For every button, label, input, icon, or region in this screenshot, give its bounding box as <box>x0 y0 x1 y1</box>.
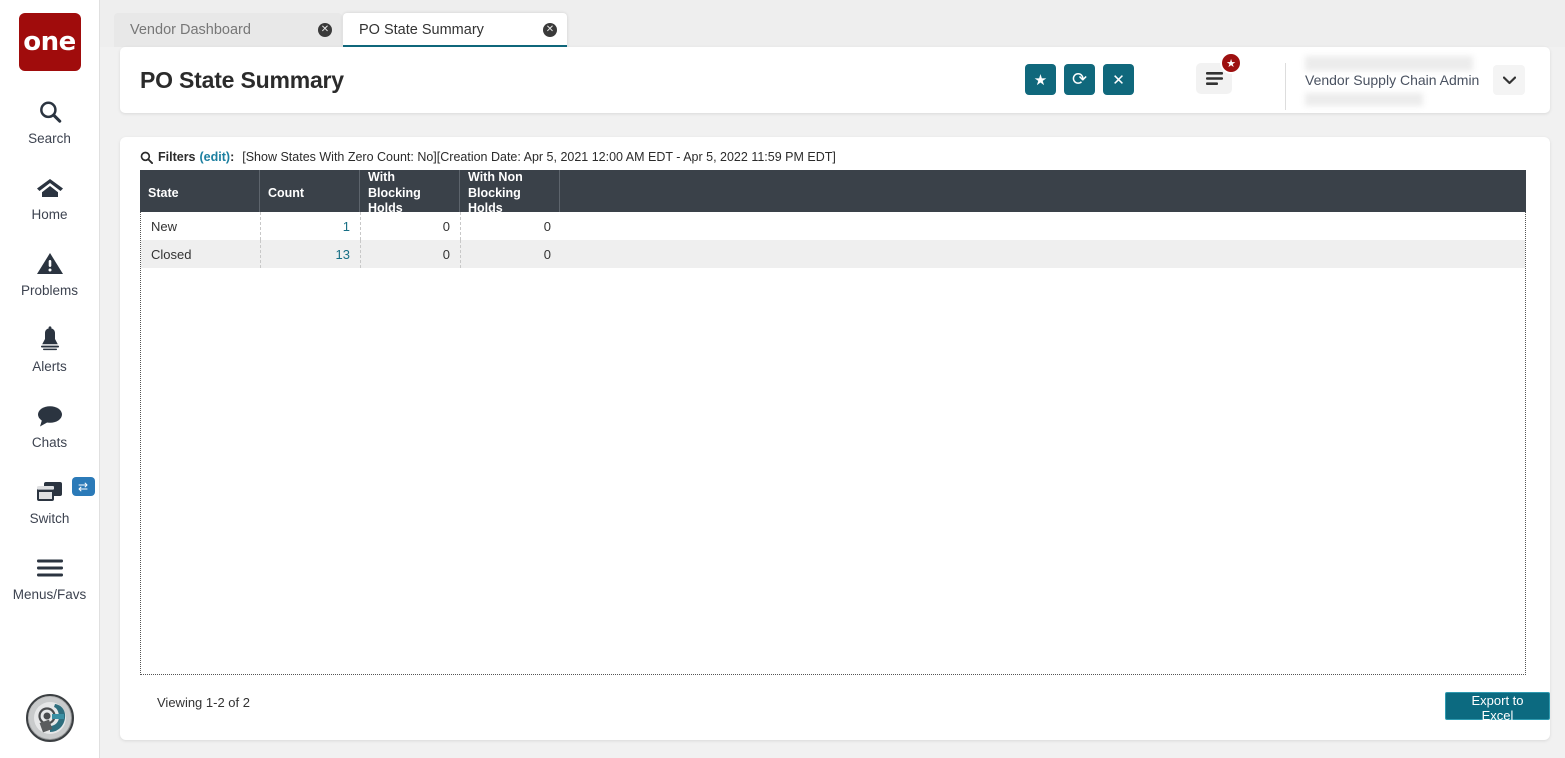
user-role-label: Vendor Supply Chain Admin <box>1305 72 1480 88</box>
hamburger-icon <box>1205 72 1223 85</box>
export-to-excel-button[interactable]: Export to Excel <box>1445 692 1550 723</box>
table-header-row: State Count With Blocking Holds With Non… <box>140 170 1526 215</box>
filters-criteria-text: [Show States With Zero Count: No][Creati… <box>242 150 836 164</box>
chat-bubble-icon <box>36 401 64 431</box>
switch-badge-glyph: ⇄ <box>77 479 89 494</box>
cell-state: Closed <box>141 240 261 268</box>
content-panel: Filters (edit) : [Show States With Zero … <box>120 137 1550 740</box>
column-header-count[interactable]: Count <box>260 170 360 212</box>
cell-state: New <box>141 212 261 240</box>
column-header-label: State <box>148 185 179 200</box>
cell-count[interactable]: 13 <box>261 240 361 268</box>
header-divider <box>1285 63 1286 110</box>
cell-count[interactable]: 1 <box>261 212 361 240</box>
user-avatar[interactable] <box>26 694 74 742</box>
home-icon <box>36 173 64 203</box>
cell-with-non-blocking-holds: 0 <box>543 246 551 262</box>
tab-bar: Vendor Dashboard ✕ PO State Summary ✕ <box>100 0 1565 47</box>
page-header: PO State Summary ★ ⟳ ✕ ★ Vendor Supply C… <box>120 47 1550 113</box>
search-icon <box>140 151 153 164</box>
filters-label: Filters <box>158 150 196 164</box>
refresh-button[interactable]: ⟳ <box>1064 64 1095 95</box>
tab-label: PO State Summary <box>359 22 484 38</box>
column-header-with-non-blocking-holds[interactable]: With Non Blocking Holds <box>460 170 560 215</box>
sidebar-item-search[interactable]: Search <box>0 83 100 159</box>
cell-with-blocking-holds: 0 <box>361 212 461 240</box>
filters-edit-link[interactable]: (edit) <box>200 150 231 164</box>
user-menu[interactable]: Vendor Supply Chain Admin <box>1295 53 1545 107</box>
table-body: New 1 0 0 Closed 13 0 0 <box>140 212 1526 675</box>
warning-triangle-icon <box>36 249 64 279</box>
menu-notification-badge[interactable]: ★ <box>1220 52 1242 74</box>
table-row[interactable]: Closed 13 0 0 <box>141 240 1525 268</box>
column-header-label: Count <box>268 185 305 200</box>
sidebar-item-home[interactable]: Home <box>0 159 100 235</box>
tab-close-icon[interactable]: ✕ <box>318 23 332 37</box>
filters-bar: Filters (edit) : [Show States With Zero … <box>140 150 836 164</box>
tab-vendor-dashboard[interactable]: Vendor Dashboard ✕ <box>114 13 342 47</box>
sidebar-item-label: Alerts <box>32 358 67 374</box>
bell-icon <box>37 325 63 355</box>
header-action-buttons: ★ ⟳ ✕ <box>1025 64 1134 95</box>
redacted-user-org <box>1305 93 1423 106</box>
page-title: PO State Summary <box>140 66 344 93</box>
sidebar-item-menus-favs[interactable]: Menus/Favs <box>0 539 100 615</box>
column-header-state[interactable]: State <box>140 170 260 212</box>
po-state-summary-table: State Count With Blocking Holds With Non… <box>140 170 1526 675</box>
ai-head-icon <box>29 697 71 739</box>
tab-label: Vendor Dashboard <box>130 22 251 38</box>
column-header-filler <box>560 170 1526 212</box>
hamburger-icon <box>35 553 65 583</box>
chevron-down-icon[interactable] <box>1493 65 1525 95</box>
close-icon: ✕ <box>1112 71 1125 89</box>
sidebar-item-label: Menus/Favs <box>12 586 87 602</box>
cell-with-non-blocking-holds: 0 <box>543 218 551 234</box>
refresh-icon: ⟳ <box>1071 69 1088 89</box>
sidebar-item-alerts[interactable]: Alerts <box>0 311 100 387</box>
tab-close-icon[interactable]: ✕ <box>543 23 557 37</box>
cell-with-blocking-holds: 0 <box>361 240 461 268</box>
sidebar-item-problems[interactable]: Problems <box>0 235 100 311</box>
brand-logo-text: one <box>23 27 76 57</box>
sidebar-item-label: Problems <box>20 282 79 298</box>
brand-logo[interactable]: one <box>18 13 81 71</box>
tab-po-state-summary[interactable]: PO State Summary ✕ <box>343 13 567 47</box>
column-header-label: With Blocking Holds <box>368 170 421 216</box>
sidebar-item-switch[interactable]: ⇄ Switch <box>0 463 100 539</box>
switch-windows-icon <box>35 477 65 507</box>
pagination-status: Viewing 1-2 of 2 <box>157 695 250 710</box>
sidebar-item-chats[interactable]: Chats <box>0 387 100 463</box>
table-row[interactable]: New 1 0 0 <box>141 212 1525 240</box>
switch-badge-icon[interactable]: ⇄ <box>71 477 95 496</box>
sidebar-item-label: Switch <box>29 510 70 526</box>
left-sidebar: one Search Home Problems Alerts Chats ⇄ … <box>0 0 100 758</box>
column-header-with-blocking-holds[interactable]: With Blocking Holds <box>360 170 460 215</box>
sidebar-item-label: Search <box>28 130 71 146</box>
sidebar-item-label: Chats <box>31 434 68 450</box>
close-button[interactable]: ✕ <box>1103 64 1134 95</box>
redacted-user-name <box>1305 56 1473 71</box>
filters-colon: : <box>230 150 235 164</box>
star-icon: ★ <box>1033 71 1048 89</box>
star-icon: ★ <box>1226 57 1236 70</box>
sidebar-item-label: Home <box>31 206 68 222</box>
column-header-label: With Non Blocking Holds <box>468 170 523 216</box>
search-icon <box>37 97 63 127</box>
favorite-button[interactable]: ★ <box>1025 64 1056 95</box>
